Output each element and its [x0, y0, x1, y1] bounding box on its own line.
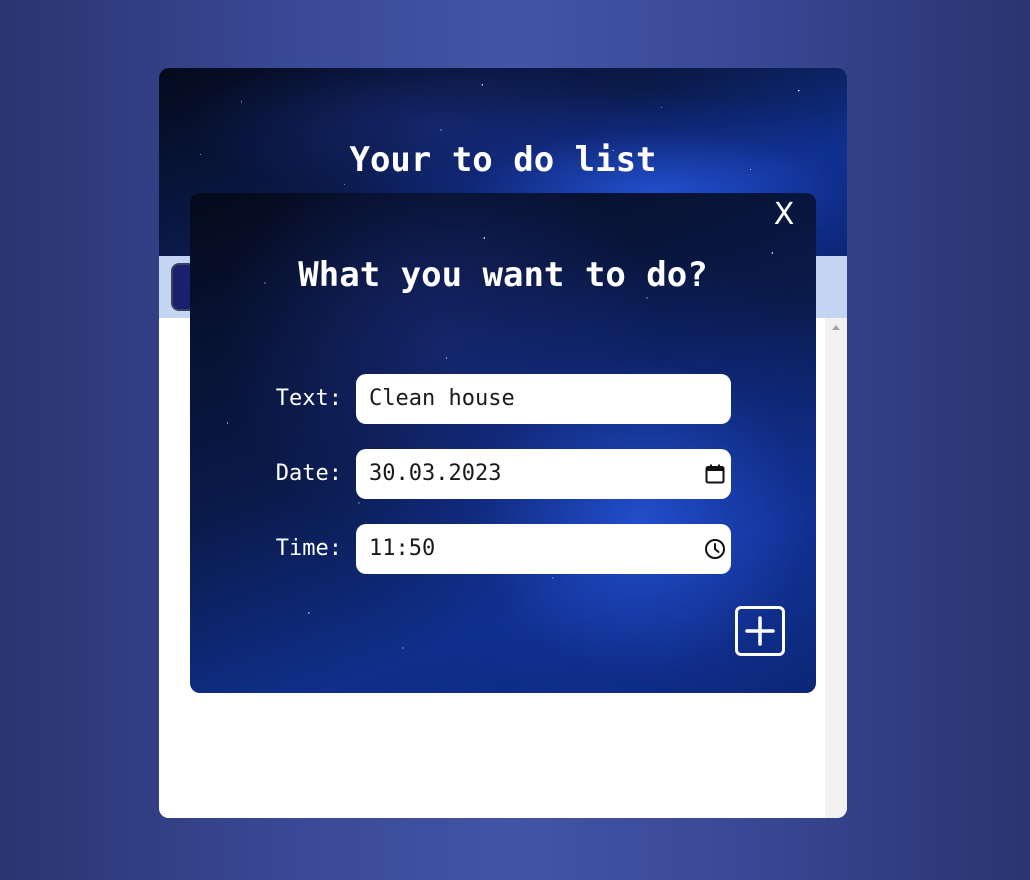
- plus-icon: [745, 616, 775, 646]
- clock-icon[interactable]: [703, 537, 727, 561]
- date-label: Date:: [275, 461, 342, 486]
- calendar-icon[interactable]: [703, 462, 727, 486]
- scroll-up-icon[interactable]: [832, 325, 840, 330]
- time-row: Time: 11:50: [190, 524, 816, 574]
- app-title: Your to do list: [349, 140, 657, 180]
- scrollbar[interactable]: [825, 318, 847, 818]
- time-input[interactable]: 11:50: [356, 524, 731, 574]
- text-input[interactable]: Clean house: [356, 374, 731, 424]
- add-task-modal: X What you want to do? Text: Clean house…: [190, 193, 816, 693]
- modal-title: What you want to do?: [298, 255, 708, 295]
- date-input-value: 30.03.2023: [369, 461, 502, 486]
- text-input-value: Clean house: [369, 386, 515, 411]
- time-label: Time:: [275, 536, 342, 561]
- add-task-submit-button[interactable]: [735, 606, 785, 656]
- text-row: Text: Clean house: [190, 374, 816, 424]
- date-row: Date: 30.03.2023: [190, 449, 816, 499]
- text-label: Text:: [275, 386, 342, 411]
- date-input[interactable]: 30.03.2023: [356, 449, 731, 499]
- close-button[interactable]: X: [764, 195, 804, 235]
- time-input-value: 11:50: [369, 536, 436, 561]
